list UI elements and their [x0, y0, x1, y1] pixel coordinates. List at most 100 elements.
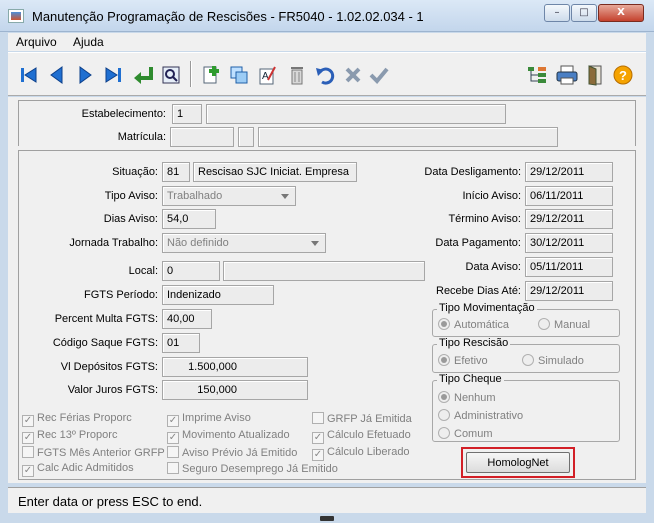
goto-icon[interactable]	[130, 61, 156, 89]
calc-adic-checkbox[interactable]: ✓ Calc Adic Admitidos	[22, 462, 134, 477]
grfp-label: GRFP Já Emitida	[327, 413, 412, 425]
situacao-code-field[interactable]: 81	[162, 162, 190, 182]
close-button[interactable]: X	[598, 4, 644, 22]
inicio-aviso-label: Início Aviso:	[462, 190, 522, 202]
automatica-radio[interactable]: Automática	[438, 318, 509, 331]
situacao-label: Situação:	[112, 166, 158, 178]
recebe-dias-label: Recebe Dias Até:	[436, 285, 521, 297]
cancel-icon[interactable]	[340, 61, 366, 89]
svg-text:A: A	[262, 71, 269, 82]
last-icon[interactable]	[100, 61, 126, 89]
checkbox-icon	[167, 446, 179, 458]
efetivo-radio[interactable]: Efetivo	[438, 354, 488, 367]
checkmark-icon: ✓	[22, 415, 34, 427]
tree-icon[interactable]	[524, 61, 550, 89]
matricula-name-field	[258, 127, 558, 147]
data-aviso-label: Data Aviso:	[465, 261, 521, 273]
aviso-previo-checkbox[interactable]: Aviso Prévio Já Emitido	[167, 446, 297, 459]
codigo-saque-field[interactable]: 01	[162, 333, 200, 353]
tipo-rescisao-caption: Tipo Rescisão	[437, 337, 511, 349]
pagamento-field[interactable]: 30/12/2011	[525, 233, 613, 253]
first-icon[interactable]	[16, 61, 42, 89]
nenhum-label: Nenhum	[454, 392, 496, 404]
pagamento-label: Data Pagamento:	[435, 237, 521, 249]
maximize-button[interactable]: □	[571, 4, 597, 22]
inicio-aviso-field[interactable]: 06/11/2011	[525, 186, 613, 206]
radio-selected-icon	[438, 318, 450, 330]
menu-arquivo[interactable]: Arquivo	[16, 35, 57, 49]
recebe-dias-field[interactable]: 29/12/2011	[525, 281, 613, 301]
calculo-liberado-label: Cálculo Liberado	[327, 446, 410, 458]
checkbox-icon	[167, 462, 179, 474]
rec-ferias-checkbox[interactable]: ✓ Rec Férias Proporc	[22, 412, 132, 427]
status-bar: Enter data or press ESC to end.	[8, 487, 646, 513]
grfp-checkbox[interactable]: GRFP Já Emitida	[312, 412, 412, 425]
administrativo-label: Administrativo	[454, 410, 524, 422]
print-icon[interactable]	[554, 61, 580, 89]
minimize-button[interactable]: –	[544, 4, 570, 22]
imprime-aviso-label: Imprime Aviso	[182, 412, 251, 424]
resize-grip[interactable]	[320, 516, 334, 521]
fgts-mes-checkbox[interactable]: FGTS Mês Anterior GRFP	[22, 446, 165, 459]
checkmark-icon: ✓	[22, 432, 34, 444]
comum-label: Comum	[454, 428, 493, 440]
calculo-efetuado-checkbox[interactable]: ✓ Cálculo Efetuado	[312, 429, 411, 444]
tipo-aviso-select[interactable]: Trabalhado	[162, 186, 296, 206]
imprime-aviso-checkbox[interactable]: ✓ Imprime Aviso	[167, 412, 251, 427]
seguro-checkbox[interactable]: Seguro Desemprego Já Emitido	[167, 462, 338, 475]
automatica-label: Automática	[454, 319, 510, 331]
toolbar-separator	[190, 61, 192, 87]
data-aviso-field[interactable]: 05/11/2011	[525, 257, 613, 277]
efetivo-label: Efetivo	[454, 355, 488, 367]
rec-ferias-label: Rec Férias Proporc	[37, 412, 132, 424]
manual-radio[interactable]: Manual	[538, 318, 590, 331]
movimento-label: Movimento Atualizado	[182, 429, 290, 441]
tipo-aviso-label: Tipo Aviso:	[104, 190, 158, 202]
seguro-label: Seguro Desemprego Já Emitido	[182, 463, 338, 475]
vl-depositos-field[interactable]: 1.500,000	[162, 357, 308, 377]
exit-icon[interactable]	[582, 61, 608, 89]
add-icon[interactable]	[198, 61, 224, 89]
movimento-checkbox[interactable]: ✓ Movimento Atualizado	[167, 429, 290, 444]
jornada-select[interactable]: Não definido	[162, 233, 326, 253]
fgts-periodo-field[interactable]: Indenizado	[162, 285, 274, 305]
local-field[interactable]: 0	[162, 261, 220, 281]
desligamento-field[interactable]: 29/12/2011	[525, 162, 613, 182]
previous-icon[interactable]	[44, 61, 70, 89]
manual-label: Manual	[554, 319, 591, 331]
nenhum-radio[interactable]: Nenhum	[438, 391, 496, 404]
estabelecimento-desc-field	[206, 104, 506, 124]
next-icon[interactable]	[72, 61, 98, 89]
comum-radio[interactable]: Comum	[438, 427, 493, 440]
checkmark-icon: ✓	[167, 415, 179, 427]
estabelecimento-field[interactable]: 1	[172, 104, 202, 124]
radio-icon	[438, 409, 450, 421]
percent-multa-field[interactable]: 40,00	[162, 309, 212, 329]
matricula-field[interactable]	[170, 127, 234, 147]
copy-icon[interactable]	[226, 61, 252, 89]
edit-icon[interactable]: A	[254, 61, 280, 89]
delete-icon[interactable]	[284, 61, 310, 89]
radio-selected-icon	[438, 354, 450, 366]
valor-juros-field[interactable]: 150,000	[162, 380, 308, 400]
undo-icon[interactable]	[312, 61, 338, 89]
fgts-mes-label: FGTS Mês Anterior GRFP	[37, 447, 165, 459]
calc-adic-label: Calc Adic Admitidos	[37, 462, 134, 474]
vl-depositos-label: Vl Depósitos FGTS:	[60, 361, 158, 373]
homolognet-button[interactable]: HomologNet	[466, 452, 570, 473]
confirm-icon[interactable]	[366, 61, 392, 89]
radio-icon	[522, 354, 534, 366]
matricula-digit-field	[238, 127, 254, 147]
dias-aviso-field[interactable]: 54,0	[162, 209, 216, 229]
help-icon[interactable]: ?	[610, 61, 636, 89]
tipo-movimentacao-caption: Tipo Movimentação	[437, 302, 537, 314]
status-text: Enter data or press ESC to end.	[18, 494, 203, 509]
calculo-liberado-checkbox[interactable]: ✓ Cálculo Liberado	[312, 446, 410, 461]
search-icon[interactable]	[158, 61, 184, 89]
simulado-radio[interactable]: Simulado	[522, 354, 584, 367]
administrativo-radio[interactable]: Administrativo	[438, 409, 523, 422]
desligamento-label: Data Desligamento:	[424, 166, 521, 178]
termino-aviso-field[interactable]: 29/12/2011	[525, 209, 613, 229]
rec-13-checkbox[interactable]: ✓ Rec 13º Proporc	[22, 429, 117, 444]
menu-ajuda[interactable]: Ajuda	[73, 35, 104, 49]
